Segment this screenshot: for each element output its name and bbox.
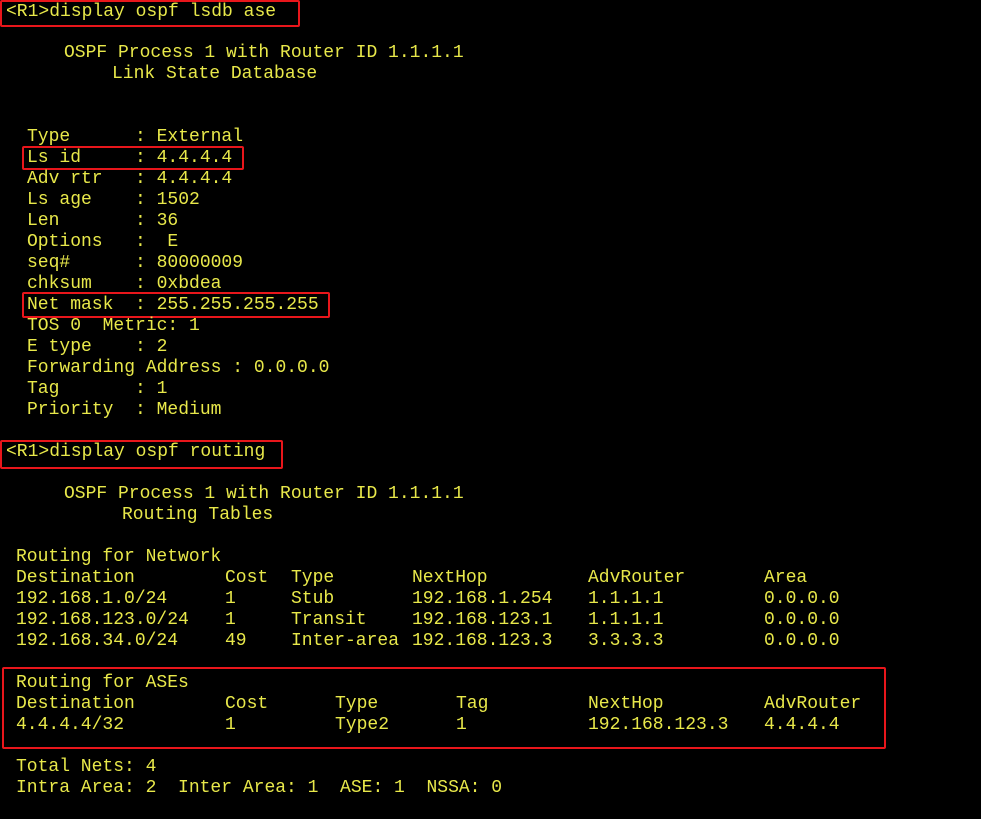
lsa-e-type: E type : 2 (27, 337, 168, 357)
ase-row-1-destination: 4.4.4.4/32 (16, 715, 125, 735)
network-row-1-destination: 192.168.1.0/24 (16, 589, 168, 609)
highlight-command-routing (0, 440, 283, 469)
ase-row-1-advrouter: 4.4.4.4 (764, 715, 840, 735)
terminal-window[interactable]: <R1>display ospf lsdb ase OSPF Process 1… (0, 0, 981, 819)
network-col-advrouter: AdvRouter (588, 568, 686, 588)
network-col-nexthop: NextHop (412, 568, 488, 588)
ase-col-cost: Cost (225, 694, 269, 714)
network-col-destination: Destination (16, 568, 135, 588)
ase-col-type: Type (335, 694, 379, 714)
network-row-3-nexthop: 192.168.123.3 (412, 631, 553, 651)
network-row-3-area: 0.0.0.0 (764, 631, 840, 651)
network-col-area: Area (764, 568, 808, 588)
ase-row-1-type: Type2 (335, 715, 390, 735)
network-row-3-destination: 192.168.34.0/24 (16, 631, 179, 651)
network-row-2-type: Transit (291, 610, 367, 630)
lsa-ls-age: Ls age : 1502 (27, 190, 200, 210)
highlight-net-mask (22, 292, 330, 318)
network-row-2-area: 0.0.0.0 (764, 610, 840, 630)
ase-row-1-tag: 1 (456, 715, 467, 735)
lsa-tos-metric: TOS 0 Metric: 1 (27, 316, 200, 336)
network-row-2-nexthop: 192.168.123.1 (412, 610, 553, 630)
ase-col-nexthop: NextHop (588, 694, 664, 714)
network-row-1-area: 0.0.0.0 (764, 589, 840, 609)
routing-tables-title: Routing Tables (122, 505, 274, 525)
ase-col-tag: Tag (456, 694, 489, 714)
network-row-3-type: Inter-area (291, 631, 400, 651)
total-nets: Total Nets: 4 (16, 757, 157, 777)
network-row-2-cost: 1 (225, 610, 236, 630)
network-row-1-cost: 1 (225, 589, 236, 609)
lsa-seq: seq# : 80000009 (27, 253, 244, 273)
network-col-type: Type (291, 568, 335, 588)
ase-row-1-cost: 1 (225, 715, 236, 735)
highlight-command-lsdb (0, 0, 300, 27)
network-row-2-advrouter: 1.1.1.1 (588, 610, 664, 630)
lsa-tag: Tag : 1 (27, 379, 168, 399)
ase-row-1-nexthop: 192.168.123.3 (588, 715, 729, 735)
network-row-1-type: Stub (291, 589, 335, 609)
ase-col-advrouter: AdvRouter (764, 694, 862, 714)
ase-section-title: Routing for ASEs (16, 673, 189, 693)
lsa-priority: Priority : Medium (27, 400, 222, 420)
ase-col-destination: Destination (16, 694, 135, 714)
network-row-1-advrouter: 1.1.1.1 (588, 589, 664, 609)
lsa-adv-rtr: Adv rtr : 4.4.4.4 (27, 169, 233, 189)
network-row-3-cost: 49 (225, 631, 247, 651)
network-row-1-nexthop: 192.168.1.254 (412, 589, 553, 609)
network-row-2-destination: 192.168.123.0/24 (16, 610, 189, 630)
routing-process-header: OSPF Process 1 with Router ID 1.1.1.1 (64, 484, 464, 504)
lsa-type: Type : External (27, 127, 244, 147)
network-row-3-advrouter: 3.3.3.3 (588, 631, 664, 651)
lsa-forwarding-address: Forwarding Address : 0.0.0.0 (27, 358, 330, 378)
network-col-cost: Cost (225, 568, 269, 588)
network-section-title: Routing for Network (16, 547, 222, 567)
lsa-len: Len : 36 (27, 211, 179, 231)
lsa-options: Options : E (27, 232, 179, 252)
area-summary: Intra Area: 2 Inter Area: 1 ASE: 1 NSSA:… (16, 778, 503, 798)
highlight-ls-id (22, 146, 244, 170)
lsdb-title: Link State Database (112, 64, 318, 84)
lsdb-process-header: OSPF Process 1 with Router ID 1.1.1.1 (64, 43, 464, 63)
